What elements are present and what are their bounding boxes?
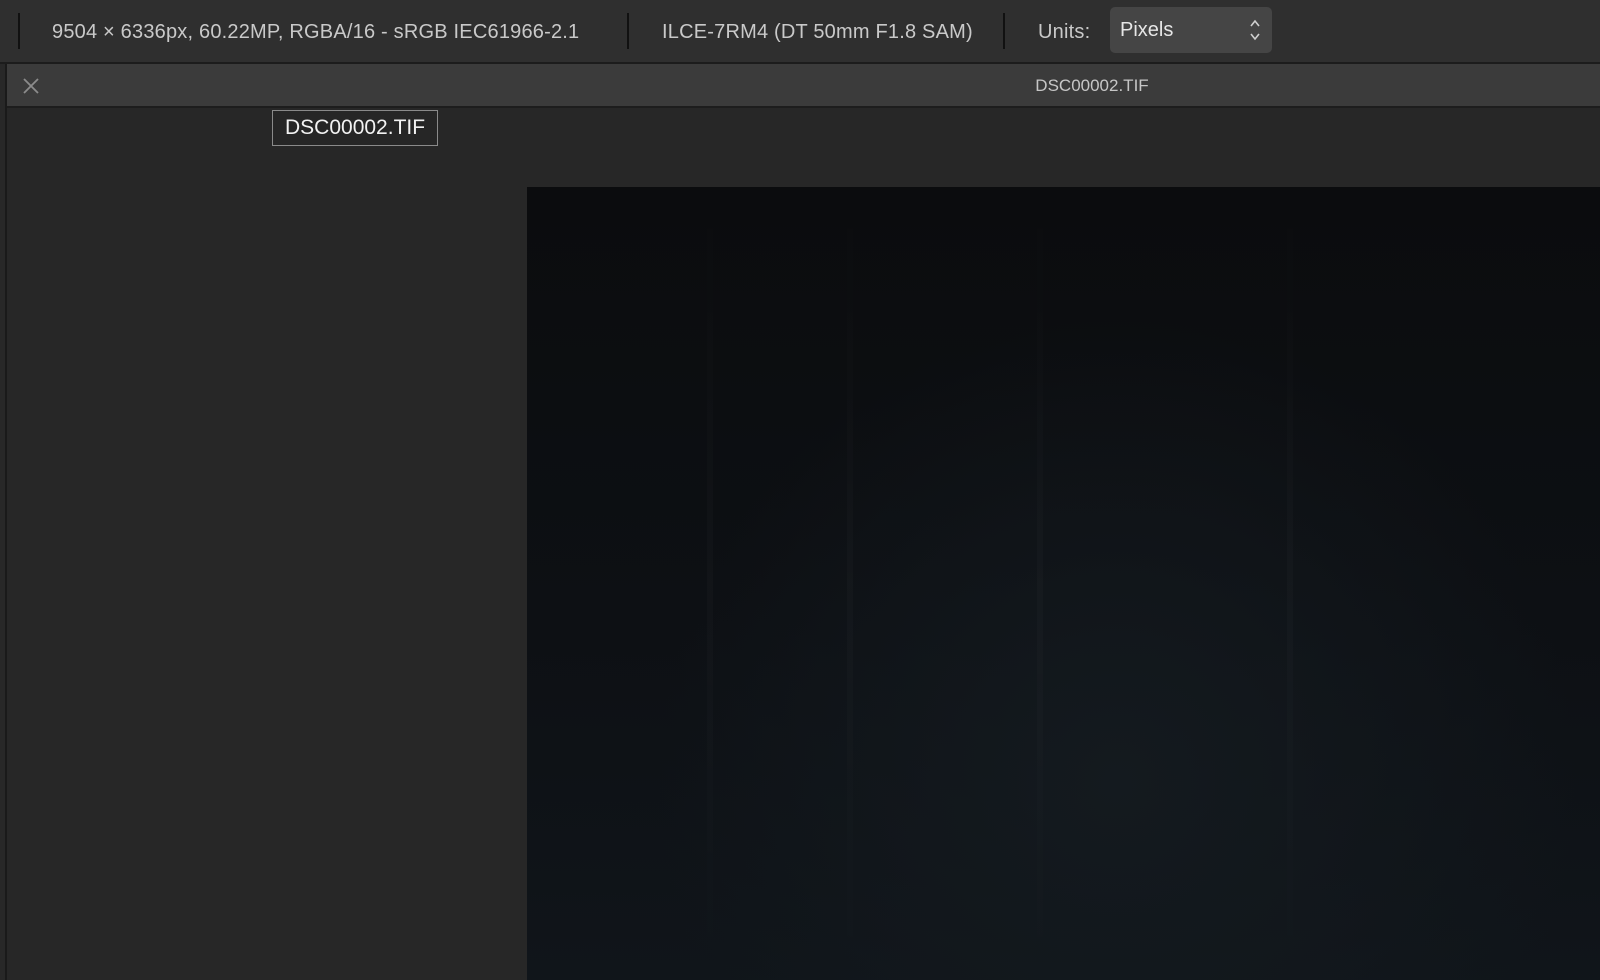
units-select[interactable]: Pixels	[1110, 7, 1272, 53]
toolbar-separator	[1003, 13, 1005, 49]
app-window: 9504 × 6336px, 60.22MP, RGBA/16 - sRGB I…	[0, 0, 1600, 980]
camera-info-label: ILCE-7RM4 (DT 50mm F1.8 SAM)	[662, 21, 973, 43]
image-info-label: 9504 × 6336px, 60.22MP, RGBA/16 - sRGB I…	[52, 21, 580, 43]
document-image[interactable]	[527, 187, 1600, 980]
chevron-updown-icon	[1250, 19, 1260, 41]
image-texture	[707, 187, 713, 980]
document-title: DSC00002.TIF	[1035, 76, 1149, 95]
canvas-workspace[interactable]	[7, 108, 1600, 980]
toolbar-separator	[18, 13, 20, 49]
toolbar-separator	[627, 13, 629, 49]
document-title-container: DSC00002.TIF	[7, 64, 1600, 108]
units-selected-value: Pixels	[1120, 19, 1174, 41]
image-texture	[1287, 187, 1293, 980]
document-tab-bar: DSC00002.TIF	[7, 64, 1600, 108]
image-texture	[847, 187, 853, 980]
context-toolbar: 9504 × 6336px, 60.22MP, RGBA/16 - sRGB I…	[0, 0, 1600, 64]
filename-tooltip: DSC00002.TIF	[272, 110, 439, 146]
units-label: Units:	[1038, 21, 1091, 43]
image-texture	[1037, 187, 1043, 980]
document-window: DSC00002.TIF	[5, 64, 1600, 980]
